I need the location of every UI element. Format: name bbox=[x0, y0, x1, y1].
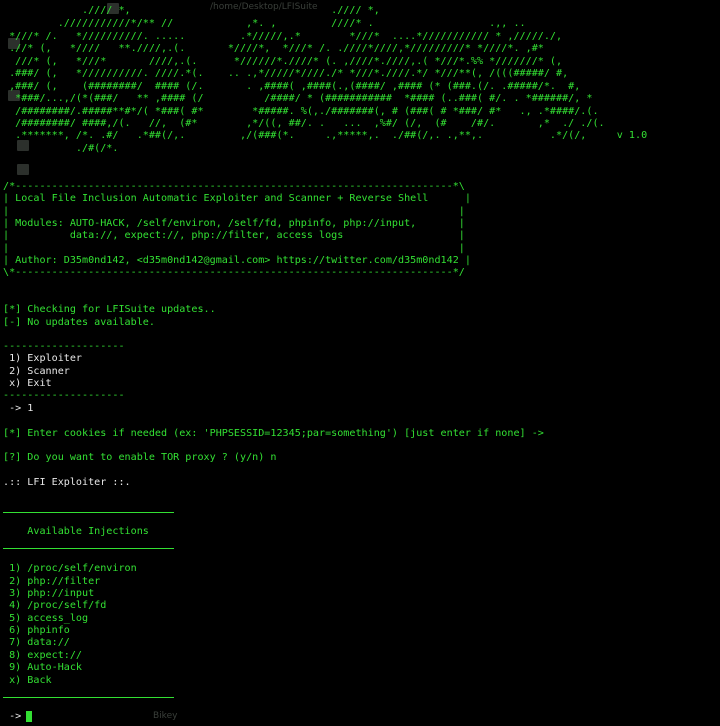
injection-item-phpinfo: 6) phpinfo bbox=[3, 625, 70, 636]
banner-line: *///* /. *//////////. ..... .*/////,.* *… bbox=[3, 31, 563, 42]
info-box-modules: | data://, expect://, php://filter, acce… bbox=[3, 230, 465, 241]
info-box-title: | Local File Inclusion Automatic Exploit… bbox=[3, 193, 471, 204]
menu-item-scanner: 2) Scanner bbox=[3, 366, 70, 377]
injections-divider bbox=[3, 512, 174, 513]
injection-item-data: 7) data:// bbox=[3, 637, 70, 648]
info-box-border: | | bbox=[3, 206, 465, 217]
banner-line: ./#(/*. bbox=[3, 143, 119, 154]
banner-line-version: .*******, /*. .#/ .*##(/,. ,/(###(*. .,*… bbox=[3, 130, 648, 141]
banner-line: .//// *, .//// *, bbox=[3, 5, 380, 16]
menu-choice: -> 1 bbox=[3, 403, 34, 414]
injections-heading: Available Injections bbox=[3, 526, 149, 537]
command-prompt: -> bbox=[3, 711, 22, 722]
terminal-window[interactable]: /home/Desktop/LFISuite Bikey .//// *, ./… bbox=[0, 0, 720, 726]
cookies-prompt: [*] Enter cookies if needed (ex: 'PHPSES… bbox=[3, 428, 544, 439]
file-icon bbox=[17, 164, 29, 175]
bottom-ghost-label: Bikey bbox=[153, 711, 178, 721]
info-box-border: \*--------------------------------------… bbox=[3, 267, 465, 278]
injection-item-php-filter: 2) php://filter bbox=[3, 576, 101, 587]
injection-item-expect: 8) expect:// bbox=[3, 650, 83, 661]
injection-item-proc-self-fd: 4) /proc/self/fd bbox=[3, 600, 107, 611]
menu-item-exploiter: 1) Exploiter bbox=[3, 353, 83, 364]
exploiter-title: .:: LFI Exploiter ::. bbox=[3, 477, 131, 488]
injection-item-proc-self-environ: 1) /proc/self/environ bbox=[3, 563, 137, 574]
menu-separator: -------------------- bbox=[3, 390, 125, 401]
menu-item-exit: x) Exit bbox=[3, 378, 52, 389]
update-check-status: [*] Checking for LFISuite updates.. bbox=[3, 304, 216, 315]
banner-line: .///////////*/** // ,*. , ////* . .,, .. bbox=[3, 18, 526, 29]
no-updates-status: [-] No updates available. bbox=[3, 317, 155, 328]
banner-line: *###/...,/(*(###/ ** ,#### (/ /####/ * (… bbox=[3, 93, 593, 104]
terminal-cursor[interactable] bbox=[26, 711, 32, 722]
menu-separator: -------------------- bbox=[3, 341, 125, 352]
injection-item-access-log: 5) access_log bbox=[3, 613, 89, 624]
injection-item-back: x) Back bbox=[3, 675, 52, 686]
banner-line: /########/.#####**#*/( *###( #* *#####. … bbox=[3, 106, 599, 117]
banner-line: ///* (, *///* ////,.(. *//////*.////* (.… bbox=[3, 56, 563, 67]
banner-line: .###/ (, *//////////. ////.*(. .. .,*///… bbox=[3, 68, 569, 79]
banner-line: .//* (, *//// **.////,.(. *////*, *///* … bbox=[3, 43, 544, 54]
tor-prompt: [?] Do you want to enable TOR proxy ? (y… bbox=[3, 452, 277, 463]
banner-line: ,###/ (, (########/ #### (/. . ,####( ,#… bbox=[3, 81, 581, 92]
info-box-border: | | bbox=[3, 243, 465, 254]
injection-item-php-input: 3) php://input bbox=[3, 588, 95, 599]
injection-item-auto-hack: 9) Auto-Hack bbox=[3, 662, 83, 673]
info-box-author: | Author: D35m0nd142, <d35m0nd142@gmail.… bbox=[3, 255, 471, 266]
info-box-border: /*--------------------------------------… bbox=[3, 181, 465, 192]
injections-divider bbox=[3, 548, 174, 549]
banner-line: /########/ ####,/(. //, (#* ,*/((, ##/. … bbox=[3, 118, 605, 129]
injections-divider bbox=[3, 697, 174, 698]
info-box-modules: | Modules: AUTO-HACK, /self/environ, /se… bbox=[3, 218, 465, 229]
